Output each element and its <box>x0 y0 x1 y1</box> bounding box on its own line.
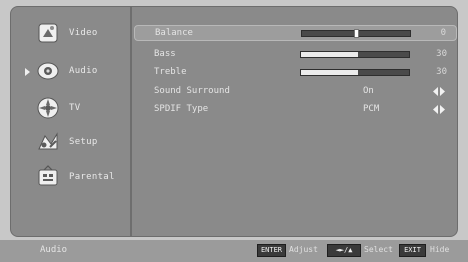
sidebar-item-label: Parental <box>69 172 115 182</box>
navigate-key-label: Select <box>364 245 393 254</box>
current-menu-title: Audio <box>40 245 68 255</box>
balance-row[interactable]: Balance 0 <box>134 25 457 41</box>
tv-icon <box>37 97 59 119</box>
sidebar-item-tv[interactable]: TV <box>11 94 132 124</box>
navigate-key-badge: ◄►/▲ <box>327 244 361 257</box>
balance-label: Balance <box>155 28 193 38</box>
audio-icon <box>37 62 59 80</box>
menu-sidebar: Video Audio TV Setup Parental <box>11 7 132 236</box>
audio-settings-panel: Balance 0 Bass 30 Treble 30 Sound Surrou… <box>134 7 457 236</box>
parental-icon <box>38 165 58 186</box>
bass-value: 30 <box>436 49 447 59</box>
treble-row[interactable]: Treble 30 <box>134 65 457 81</box>
left-right-arrows-icon[interactable] <box>433 105 445 114</box>
bass-slider[interactable] <box>300 51 410 58</box>
sound-surround-label: Sound Surround <box>154 86 230 96</box>
selection-pointer-icon <box>25 68 30 76</box>
exit-key-label: Hide <box>430 245 450 254</box>
sidebar-item-label: Audio <box>69 66 98 76</box>
treble-label: Treble <box>154 67 187 77</box>
help-bar: Audio ENTER Adjust ◄►/▲ Select EXIT Hide <box>0 240 468 262</box>
tv-osd-screen: Video Audio TV Setup Parental Balance 0 … <box>0 0 468 262</box>
enter-key-badge: ENTER <box>257 244 286 257</box>
bass-row[interactable]: Bass 30 <box>134 47 457 63</box>
treble-slider[interactable] <box>300 69 410 76</box>
left-right-arrows-icon[interactable] <box>433 87 445 96</box>
sidebar-item-label: Setup <box>69 137 98 147</box>
sidebar-item-setup[interactable]: Setup <box>11 128 132 158</box>
sound-surround-value: On <box>363 86 374 96</box>
treble-value: 30 <box>436 67 447 77</box>
enter-key-label: Adjust <box>289 245 318 254</box>
bass-slider-fill <box>301 52 359 57</box>
sidebar-item-label: Video <box>69 28 98 38</box>
spdif-type-label: SPDIF Type <box>154 104 209 114</box>
sidebar-item-parental[interactable]: Parental <box>11 163 132 193</box>
treble-slider-fill <box>301 70 359 75</box>
sidebar-item-video[interactable]: Video <box>11 19 132 49</box>
balance-slider[interactable] <box>301 29 411 38</box>
video-icon <box>38 23 58 43</box>
setup-icon <box>38 132 58 150</box>
spdif-type-value: PCM <box>363 104 380 114</box>
sidebar-item-label: TV <box>69 103 81 113</box>
balance-value: 0 <box>440 28 446 38</box>
osd-menu-panel: Video Audio TV Setup Parental Balance 0 … <box>10 6 458 237</box>
bass-label: Bass <box>154 49 176 59</box>
exit-key-badge: EXIT <box>399 244 426 257</box>
sidebar-item-audio[interactable]: Audio <box>11 57 132 87</box>
balance-slider-thumb[interactable] <box>354 29 359 38</box>
spdif-type-row[interactable]: SPDIF Type PCM <box>134 102 457 118</box>
sound-surround-row[interactable]: Sound Surround On <box>134 84 457 100</box>
